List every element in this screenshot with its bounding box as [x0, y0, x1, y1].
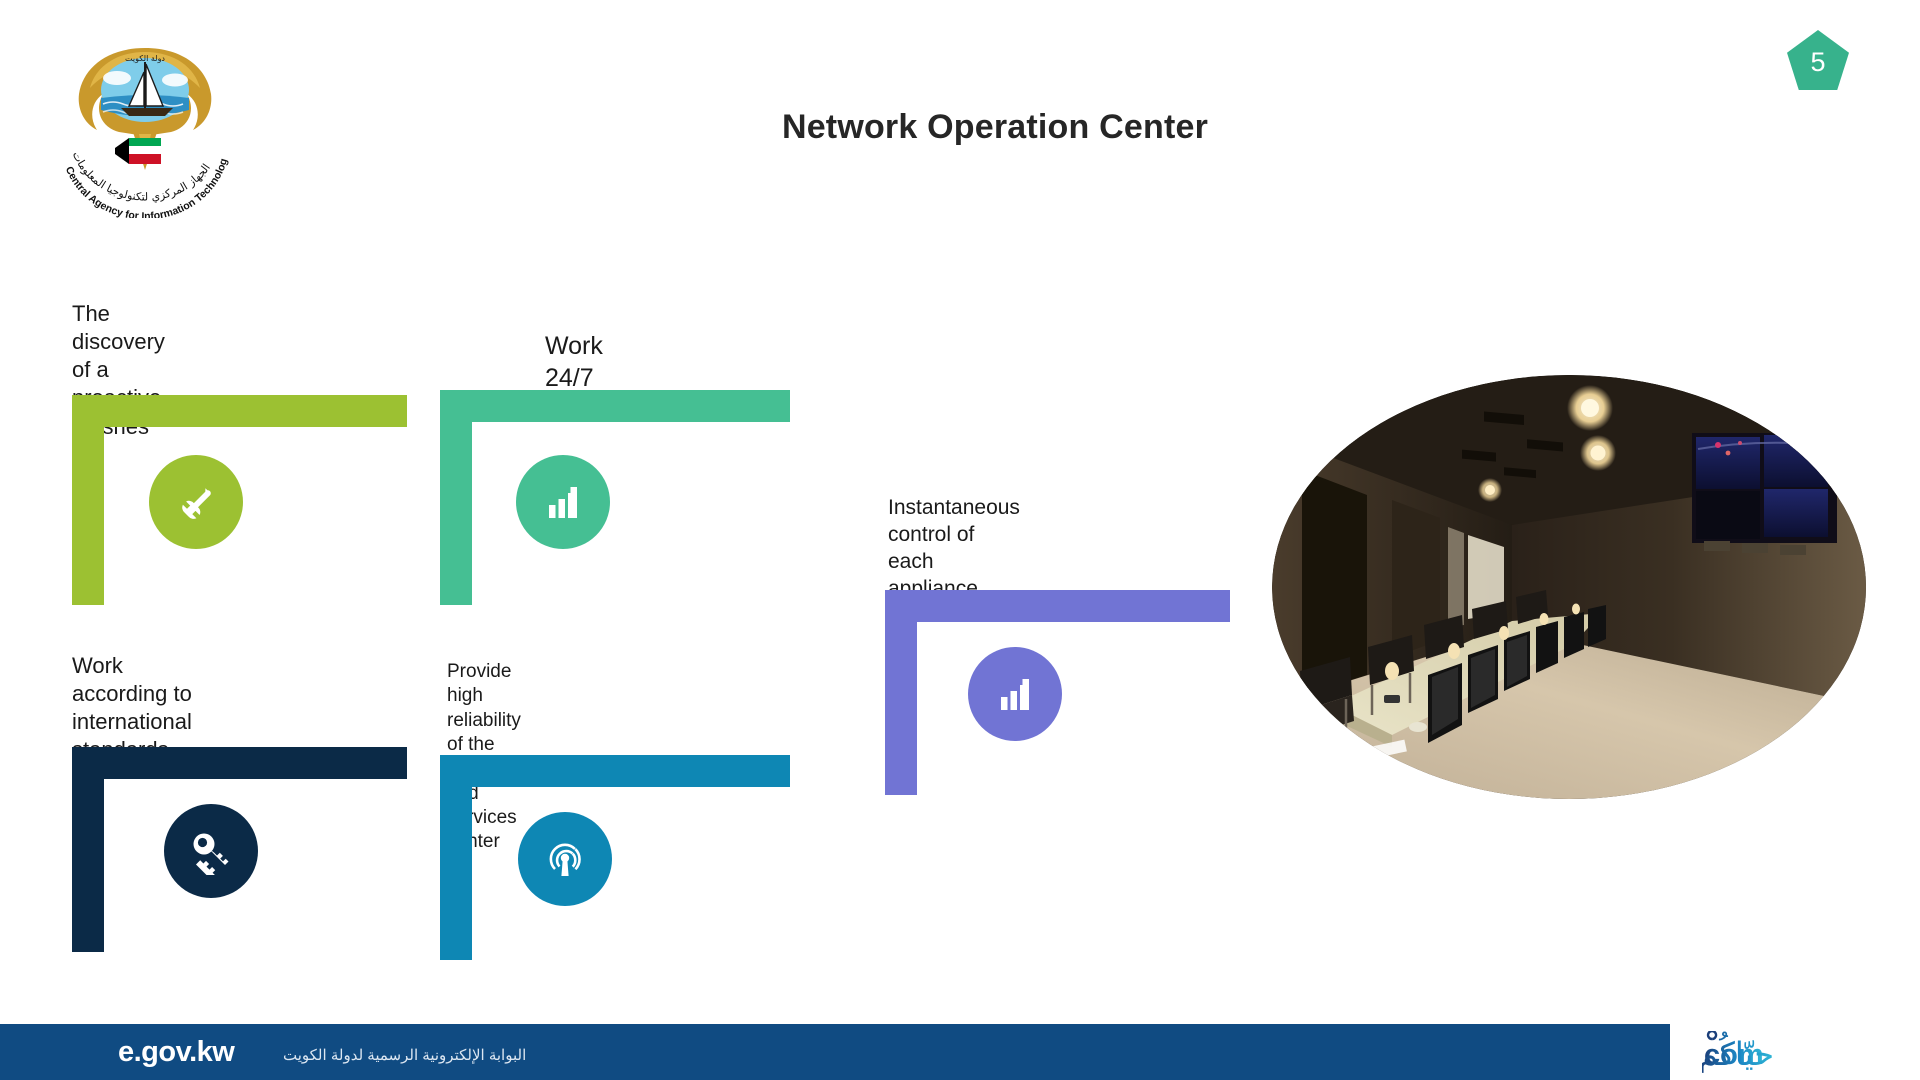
- key-icon: [193, 833, 229, 875]
- feature-icon-circle: [149, 455, 243, 549]
- feature-caption: Instantaneous control of each appliance: [888, 496, 1020, 600]
- bracket-arm-vertical: [72, 747, 104, 952]
- footer-bar: e.gov.kw البوابة الإلكترونية الرسمية لدو…: [0, 1024, 1920, 1080]
- egov-brand-label: e.gov.kw: [118, 1036, 235, 1068]
- feature-icon-circle: [164, 804, 258, 898]
- svg-text:حيّاكُم: حيّاكُم: [1702, 1032, 1774, 1073]
- bracket-arm-horizontal: [440, 755, 790, 787]
- page-number-label: 5: [1810, 46, 1826, 77]
- hayakom-com-logo: com حيّاكُم: [1698, 1029, 1907, 1075]
- bar-chart-icon: [1001, 679, 1029, 710]
- feature-icon-circle: [516, 455, 610, 549]
- bracket-arm-vertical: [440, 755, 472, 960]
- feature-icon-circle: [518, 812, 612, 906]
- page-title: Network Operation Center: [781, 108, 1209, 146]
- egov-arabic-tagline: البوابة الإلكترونية الرسمية لدولة الكويت: [283, 1047, 527, 1064]
- hayakom-logo-svg: com حيّاكُم: [1698, 1029, 1774, 1073]
- bracket-arm-horizontal: [885, 590, 1230, 622]
- svg-text:دولة الكويت: دولة الكويت: [125, 54, 165, 63]
- bracket-arm-horizontal: [440, 390, 790, 422]
- broadcast-tower-icon: [549, 843, 581, 876]
- bracket-arm-horizontal: [72, 395, 407, 427]
- bracket-arm-vertical: [885, 590, 917, 795]
- page-number-badge: 5: [1787, 30, 1849, 90]
- wrench-screwdriver-icon: [182, 488, 211, 519]
- network-operation-center-room-photo: [1272, 375, 1867, 800]
- bracket-arm-vertical: [72, 395, 104, 605]
- noc-photo-svg: [1272, 375, 1866, 799]
- bracket-arm-horizontal: [72, 747, 407, 779]
- bracket-arm-vertical: [440, 390, 472, 605]
- feature-caption: Work 24/7: [545, 332, 603, 392]
- bar-chart-icon: [549, 487, 577, 518]
- feature-icon-circle: [968, 647, 1062, 741]
